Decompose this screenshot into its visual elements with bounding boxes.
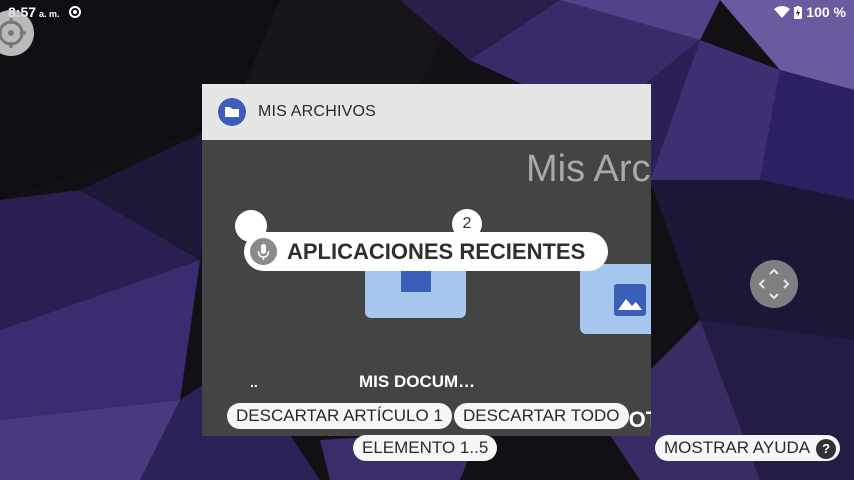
navigation-pad-button[interactable] [750,260,798,308]
show-help-label: MOSTRAR AYUDA [664,438,811,457]
photos-folder-icon [580,264,651,334]
mic-icon [250,238,277,265]
status-indicators: 100 % [774,4,846,20]
crosshair-icon [0,18,26,48]
dismiss-all-button[interactable]: DESCARTAR TODO [454,403,629,429]
status-ampm: a. m. [39,9,60,19]
status-bar: 8:57a. m. 100 % [0,0,854,24]
battery-charging-icon [794,5,803,19]
wifi-icon [774,6,791,18]
element-range-button[interactable]: ELEMENTO 1..5 [353,435,498,461]
folder-icon [218,98,246,126]
image-icon [614,284,646,316]
help-icon: ? [816,438,837,459]
dismiss-item-button[interactable]: DESCARTAR ARTÍCULO 1 [227,403,452,429]
card-app-title: MIS ARCHIVOS [258,103,376,120]
sync-icon [69,6,81,18]
voice-command-label: APLICACIONES RECIENTES [287,239,586,264]
parent-folder-label: .. [250,374,258,390]
card-header[interactable]: MIS ARCHIVOS [202,84,651,140]
voice-command-chip[interactable]: APLICACIONES RECIENTES [244,232,608,271]
documents-folder-label: MIS DOCUM… [359,372,476,391]
arrows-icon [758,268,790,300]
accessibility-menu-button[interactable] [0,10,34,56]
battery-percentage: 100 % [806,4,846,20]
app-screen-title: Mis Arch [526,148,651,190]
show-help-button[interactable]: MOSTRAR AYUDA? [655,435,841,461]
